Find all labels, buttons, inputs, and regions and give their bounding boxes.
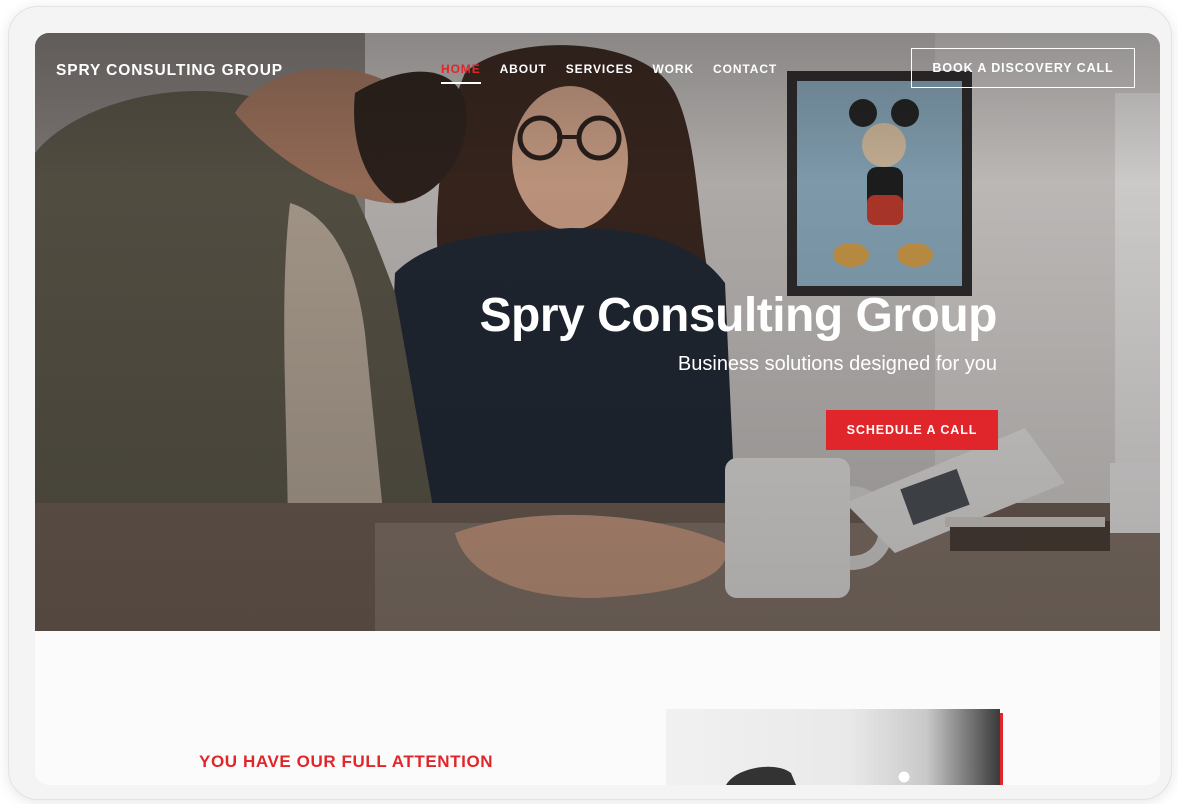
section-image bbox=[666, 709, 1000, 785]
section-photo bbox=[726, 766, 911, 785]
website-screen: SPRY CONSULTING GROUP HOME ABOUT SERVICE… bbox=[35, 33, 1160, 785]
nav-item-contact[interactable]: CONTACT bbox=[713, 62, 777, 82]
hero-subtitle: Business solutions designed for you bbox=[677, 353, 997, 375]
hero-section: SPRY CONSULTING GROUP HOME ABOUT SERVICE… bbox=[35, 33, 1160, 631]
hero-title: Spry Consulting Group bbox=[479, 289, 998, 342]
nav-item-services[interactable]: SERVICES bbox=[566, 62, 634, 82]
nav-item-work[interactable]: WORK bbox=[652, 62, 694, 82]
attention-section: YOU HAVE OUR FULL ATTENTION bbox=[35, 631, 1160, 785]
nav-item-about[interactable]: ABOUT bbox=[500, 62, 547, 82]
main-nav: HOME ABOUT SERVICES WORK CONTACT bbox=[441, 62, 796, 84]
site-logo[interactable]: SPRY CONSULTING GROUP bbox=[56, 62, 283, 80]
tablet-frame: SPRY CONSULTING GROUP HOME ABOUT SERVICE… bbox=[8, 6, 1172, 800]
nav-item-home[interactable]: HOME bbox=[441, 62, 481, 84]
schedule-call-button[interactable]: SCHEDULE A CALL bbox=[826, 410, 998, 450]
book-discovery-call-button[interactable]: BOOK A DISCOVERY CALL bbox=[911, 48, 1135, 88]
section-heading: YOU HAVE OUR FULL ATTENTION bbox=[199, 752, 494, 771]
accent-bar bbox=[1000, 713, 1003, 785]
